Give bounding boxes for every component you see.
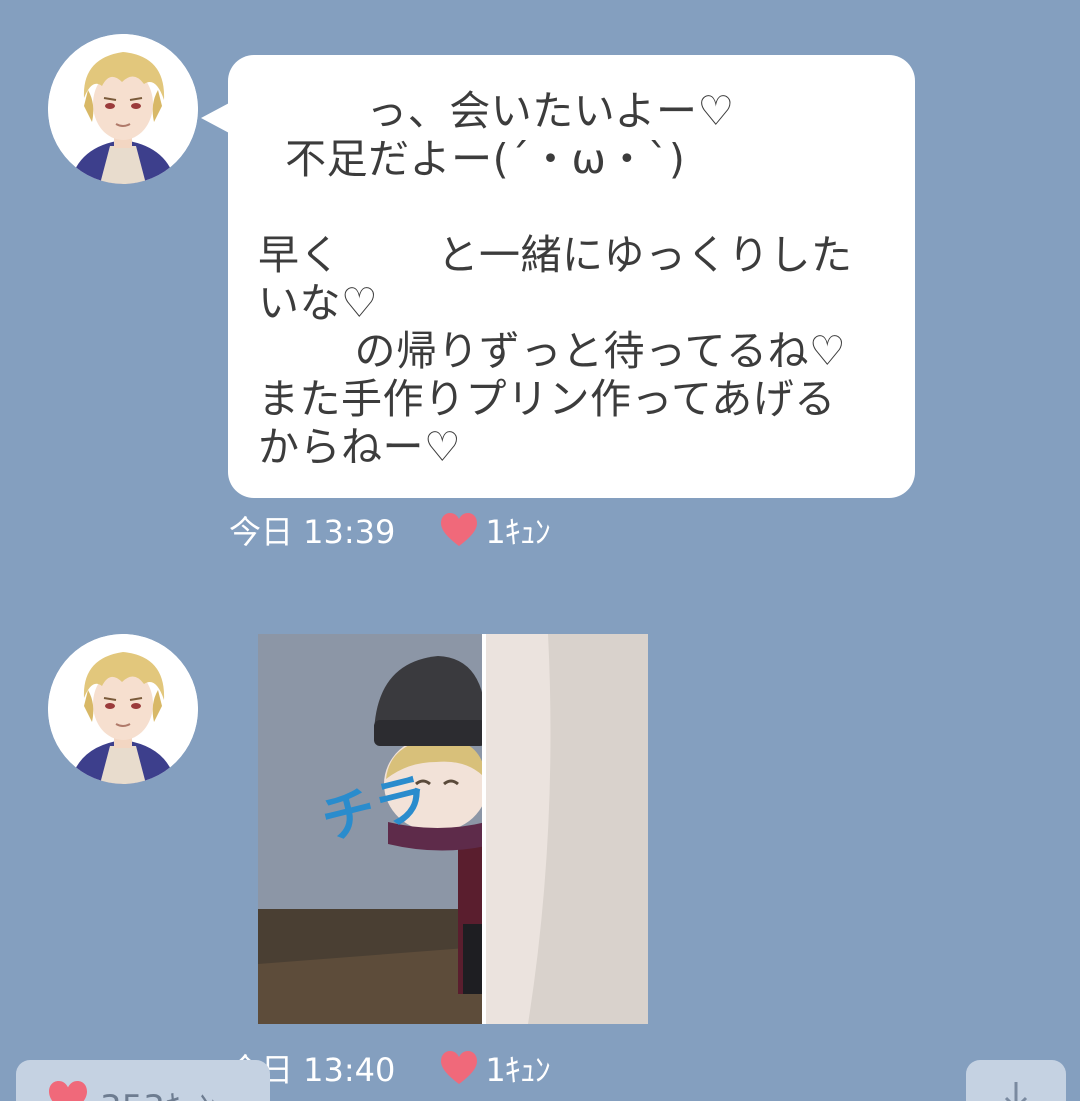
heart-icon[interactable] — [439, 1050, 479, 1086]
heart-icon[interactable] — [439, 512, 479, 548]
avatar-image — [48, 34, 198, 184]
total-likes-button[interactable]: 353ｷｭﾝ — [16, 1060, 270, 1101]
sender-avatar[interactable] — [48, 634, 198, 784]
bubble-tail — [201, 102, 231, 134]
total-likes-count: 353ｷｭﾝ — [100, 1080, 216, 1101]
heart-icon — [49, 1081, 87, 1101]
message-meta: 今日 13:40 1ｷｭﾝ — [229, 1046, 551, 1090]
like-count: 1ｷｭﾝ — [485, 513, 550, 551]
sender-avatar[interactable] — [48, 34, 198, 184]
message-line: 不足だよー(´・ω・`) — [258, 135, 686, 183]
scroll-down-button[interactable] — [966, 1060, 1066, 1101]
arrow-down-icon — [1004, 1082, 1028, 1101]
message-line: いな♡ — [258, 279, 379, 327]
avatar-image — [48, 634, 198, 784]
message-line: の帰りずっと待ってるね♡ — [258, 327, 847, 375]
message-time: 今日 13:39 — [229, 513, 396, 551]
chat-screen: っ、会いたいよー♡ 不足だよー(´・ω・`) 早く と一緒にゆっくりした いな♡… — [0, 0, 1080, 1101]
like-count: 1ｷｭﾝ — [485, 1051, 550, 1089]
message-bubble[interactable]: っ、会いたいよー♡ 不足だよー(´・ω・`) 早く と一緒にゆっくりした いな♡… — [228, 55, 915, 498]
image-message[interactable]: チラ — [258, 634, 648, 1024]
message-line: また手作りプリン作ってあげる — [258, 375, 836, 423]
message-line: からねー♡ — [258, 423, 462, 471]
message-meta: 今日 13:39 1ｷｭﾝ — [229, 508, 551, 552]
message-line: っ、会いたいよー♡ — [258, 87, 735, 135]
message-line: 早く と一緒にゆっくりした — [258, 231, 853, 279]
sticker-image: チラ — [258, 634, 648, 1024]
